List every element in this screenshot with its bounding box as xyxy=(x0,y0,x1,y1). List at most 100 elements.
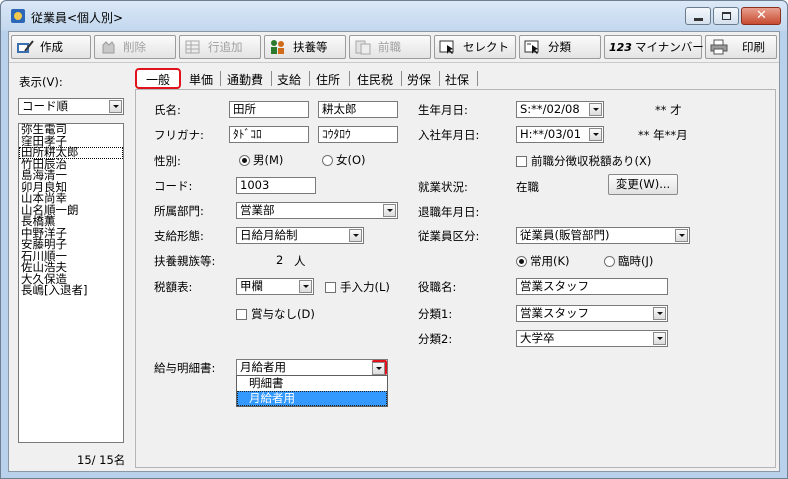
pay-type-label: 支給形態: xyxy=(154,229,204,243)
chevron-down-icon[interactable] xyxy=(589,103,602,116)
furigana-first-field[interactable]: ｺｳﾀﾛｳ xyxy=(318,126,398,143)
chevron-down-icon[interactable] xyxy=(349,229,362,242)
chevron-down-icon[interactable] xyxy=(299,280,312,293)
add-row-grid-icon xyxy=(184,39,202,55)
create-button[interactable]: 作成 xyxy=(11,35,91,59)
temporary-radio[interactable]: 臨時(J) xyxy=(604,253,653,269)
select-button[interactable]: セレクト xyxy=(434,35,516,59)
no-bonus-label: 賞与なし(D) xyxy=(251,307,315,321)
checkbox-icon xyxy=(516,155,527,167)
tab-payment[interactable]: 支給 xyxy=(277,71,301,88)
tenure-value: ** 年**月 xyxy=(638,128,688,142)
gender-female-radio[interactable]: 女(O) xyxy=(322,152,366,168)
display-label: 表示(V): xyxy=(19,75,63,89)
chevron-down-icon[interactable] xyxy=(109,100,122,113)
select-cursor-icon xyxy=(439,39,457,55)
delete-button[interactable]: 削除 xyxy=(94,35,176,59)
print-button[interactable]: 印刷 xyxy=(705,35,777,59)
chevron-down-icon[interactable] xyxy=(383,204,396,217)
client-area: 作成 削除 行追加 扶養等 前職 セレクト 分類 123 マイナンバー 印刷 表… xyxy=(8,31,780,472)
chevron-down-icon[interactable] xyxy=(653,332,666,345)
tab-unit-price[interactable]: 単価 xyxy=(189,71,213,88)
birth-date-label: 生年月日: xyxy=(418,103,468,117)
pay-type-select[interactable]: 日給月給制 xyxy=(236,227,364,244)
payslip-option-monthly[interactable]: 月給者用 xyxy=(237,391,387,406)
chevron-down-icon[interactable] xyxy=(589,128,602,141)
department-select[interactable]: 営業部 xyxy=(236,202,398,219)
employee-sidebar: 表示(V): コード順 弥生電司 窪田孝子 田所耕太郎 竹田辰治 島海清一 卯月良知 山本尚… xyxy=(13,68,128,468)
my-number-button[interactable]: 123 マイナンバー xyxy=(604,35,704,59)
position-label: 役職名: xyxy=(418,280,457,294)
add-row-button[interactable]: 行追加 xyxy=(179,35,261,59)
employee-list-item[interactable]: 長嶋[入退者] xyxy=(19,284,123,297)
last-name-field[interactable]: 田所 xyxy=(229,101,309,118)
payslip-dropdown-arrow[interactable] xyxy=(372,360,387,375)
employee-count: 15/ 15名 xyxy=(77,453,126,467)
classification-button[interactable]: 分類 xyxy=(519,35,601,59)
first-name-field[interactable]: 耕太郎 xyxy=(318,101,398,118)
tab-resident-tax[interactable]: 住民税 xyxy=(357,71,393,88)
gender-male-radio[interactable]: 男(M) xyxy=(239,152,283,168)
create-label: 作成 xyxy=(40,40,63,54)
chevron-down-icon[interactable] xyxy=(653,307,666,320)
previous-job-icon xyxy=(354,39,372,55)
birth-date-field[interactable]: S:**/02/08 xyxy=(516,101,604,118)
previous-job-tax-checkbox[interactable]: 前職分徴収税額あり(X) xyxy=(516,153,651,169)
age-value: ** 才 xyxy=(655,103,682,117)
no-bonus-checkbox[interactable]: 賞与なし(D) xyxy=(236,306,315,322)
class2-value: 大学卒 xyxy=(520,331,555,345)
tax-table-select[interactable]: 甲欄 xyxy=(236,278,314,295)
previous-job-button[interactable]: 前職 xyxy=(349,35,431,59)
radio-unselected-icon xyxy=(322,154,333,166)
hire-date-field[interactable]: H:**/03/01 xyxy=(516,126,604,143)
tab-address[interactable]: 住所 xyxy=(316,71,340,88)
my-number-123-icon: 123 xyxy=(609,40,632,54)
chevron-down-icon[interactable] xyxy=(372,362,385,375)
dependents-button[interactable]: 扶養等 xyxy=(264,35,346,59)
close-button[interactable]: ✕ xyxy=(741,7,781,25)
gender-female-label: 女(O) xyxy=(336,153,366,167)
chevron-down-icon[interactable] xyxy=(675,229,688,242)
class2-select[interactable]: 大学卒 xyxy=(516,330,668,347)
minimize-icon xyxy=(694,18,703,21)
tab-commute[interactable]: 通勤費 xyxy=(227,71,263,88)
employee-class-select[interactable]: 従業員(販管部門) xyxy=(516,227,690,244)
temporary-label: 臨時(J) xyxy=(618,254,654,268)
previous-job-tax-label: 前職分徴収税額あり(X) xyxy=(531,154,652,168)
gender-label: 性別: xyxy=(154,154,181,168)
department-value: 営業部 xyxy=(240,203,275,217)
maximize-button[interactable] xyxy=(713,7,739,25)
hire-date-label: 入社年月日: xyxy=(418,128,480,142)
payslip-dropdown-list[interactable]: 明細書 月給者用 xyxy=(236,375,388,407)
manual-entry-checkbox[interactable]: 手入力(L) xyxy=(325,279,390,295)
tab-social-insurance[interactable]: 社保 xyxy=(445,71,469,88)
manual-entry-label: 手入力(L) xyxy=(340,280,390,294)
add-row-label: 行追加 xyxy=(208,40,243,54)
classification-icon xyxy=(524,39,542,55)
radio-selected-icon xyxy=(239,154,250,166)
payslip-option-detail[interactable]: 明細書 xyxy=(237,376,387,391)
delete-hand-icon xyxy=(99,39,117,55)
delete-label: 削除 xyxy=(123,40,146,54)
code-field[interactable]: 1003 xyxy=(236,177,316,194)
employee-list[interactable]: 弥生電司 窪田孝子 田所耕太郎 竹田辰治 島海清一 卯月良知 山本尚幸 山名順一朗 長橋薫 中野洋… xyxy=(18,123,124,443)
code-label: コード: xyxy=(154,179,193,193)
payslip-select[interactable]: 月給者用 xyxy=(236,359,388,376)
class1-select[interactable]: 営業スタッフ xyxy=(516,305,668,322)
title-bar[interactable]: 従業員<個人別> ✕ xyxy=(1,1,787,31)
payslip-value: 月給者用 xyxy=(240,360,286,374)
furigana-last-field[interactable]: ﾀﾄﾞｺﾛ xyxy=(229,126,309,143)
change-button[interactable]: 変更(W)... xyxy=(608,174,678,195)
tab-labor-insurance[interactable]: 労保 xyxy=(407,71,431,88)
tab-divider xyxy=(220,71,221,86)
sort-order-select[interactable]: コード順 xyxy=(18,98,124,115)
employment-status-value: 在職 xyxy=(516,180,539,194)
class1-value: 営業スタッフ xyxy=(520,306,589,320)
minimize-button[interactable] xyxy=(685,7,711,25)
radio-unselected-icon xyxy=(604,255,615,267)
tab-general[interactable]: 一般 xyxy=(135,68,181,89)
regular-radio[interactable]: 常用(K) xyxy=(516,253,570,269)
tab-divider xyxy=(271,71,272,86)
general-form: 氏名: 田所 耕太郎 フリガナ: ﾀﾄﾞｺﾛ ｺｳﾀﾛｳ 性別: 男(M) 女(… xyxy=(135,89,776,468)
position-field[interactable]: 営業スタッフ xyxy=(516,278,668,295)
